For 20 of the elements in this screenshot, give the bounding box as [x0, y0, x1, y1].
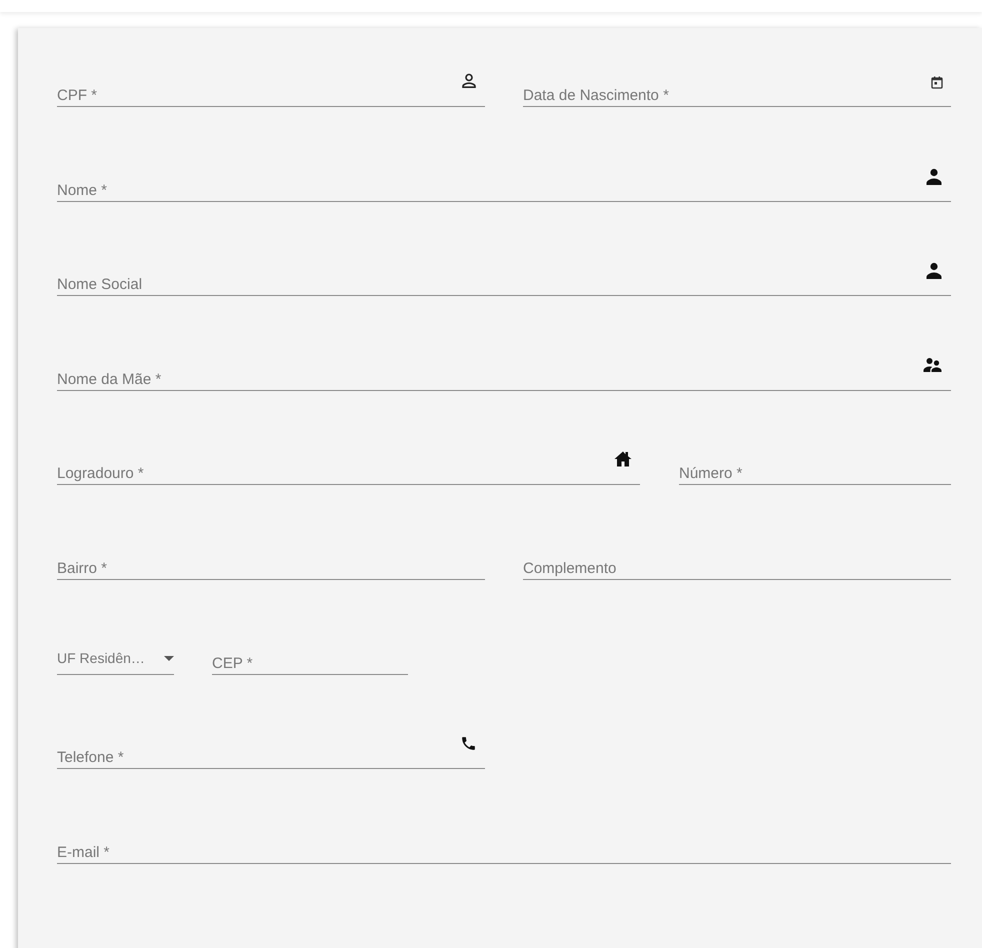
input-field[interactable]: CPF *	[57, 67, 485, 107]
select-field[interactable]: UF Residên…	[57, 634, 174, 675]
input-field[interactable]: Número *	[679, 445, 951, 486]
input-field[interactable]: Bairro *	[57, 540, 485, 580]
input-field[interactable]: Nome da Mãe *	[57, 350, 951, 391]
people-icon	[923, 356, 943, 373]
input-field[interactable]: Nome Social	[57, 256, 951, 296]
input-field[interactable]: E-mail *	[57, 824, 951, 864]
caret-icon	[164, 656, 174, 661]
phone-icon	[460, 735, 477, 752]
input-field[interactable]: Nome *	[57, 162, 951, 202]
home-icon	[614, 451, 632, 468]
person-icon	[461, 73, 477, 89]
person-icon	[925, 262, 943, 280]
input-field[interactable]: CEP *	[212, 634, 408, 675]
calendar-icon	[931, 76, 943, 89]
person-icon	[925, 168, 943, 186]
input-field[interactable]: Telefone *	[57, 729, 485, 770]
input-field[interactable]: Complemento	[523, 540, 951, 580]
input-field[interactable]: Data de Nascimento *	[523, 67, 951, 107]
